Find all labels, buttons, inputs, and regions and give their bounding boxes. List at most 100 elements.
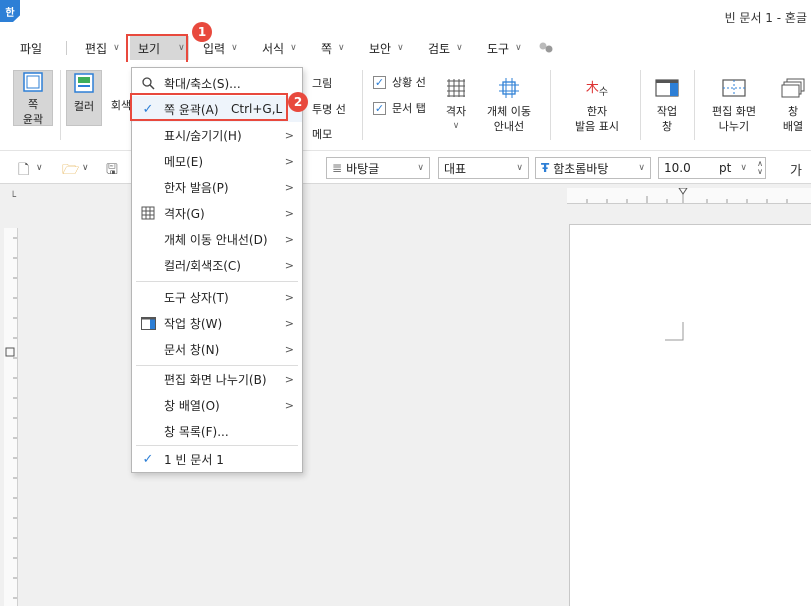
transparent-line-label: 투명 선 [312,103,346,116]
checkmark-icon: ✓ [142,101,154,117]
grid-icon [140,205,156,221]
menu-hanja-label: 한자 발음(P) [164,180,229,195]
window-arrange-button[interactable]: 창 배열 [776,76,810,134]
menu-hanja-pronunciation[interactable]: 한자 발음(P) > [132,174,302,200]
menu-view[interactable]: 보기 ∨ [130,36,189,60]
menu-page-outline[interactable]: ✓ 쪽 윤곽(A) Ctrl+G,L [132,96,302,122]
color-label: 컬러 [73,100,95,113]
doc-tab-checkbox[interactable]: ✓ 문서 탭 [373,100,426,116]
open-folder-icon[interactable]: 🗁 [62,159,79,183]
chevron-down-icon: ∨ [515,43,522,53]
menu-insert-label: 입력 [203,41,226,56]
chevron-down-icon: ∨ [638,163,645,173]
color-button[interactable]: 컬러 [66,70,102,126]
chevron-down-icon: ∨ [290,43,297,53]
status-line-label: 상황 선 [392,76,426,89]
memo-toggle[interactable]: 메모 [312,126,332,142]
menu-grid[interactable]: 격자(G) > [132,200,302,226]
ribbon-divider [640,70,641,140]
chevron-down-icon: ∨ [338,43,345,53]
chevron-down-icon[interactable]: ∨ [82,163,89,173]
menu-color-grayscale[interactable]: 컬러/회색조(C) > [132,252,302,278]
chevron-down-icon: ∨ [231,43,238,53]
menu-file-label: 파일 [20,41,43,56]
menu-file[interactable]: 파일 [20,34,42,62]
window-arrange-icon [780,76,806,100]
chevron-right-icon: > [284,372,294,386]
chevron-right-icon: > [284,316,294,330]
hanja-pronunciation-button[interactable]: 木수 한자 발음 표시 [565,76,629,134]
ribbon-toolbar: 쪽 윤곽 컬러 회색 그림 투명 선 메모 ✓ 상황 선 ✓ 문서 탭 격자 ∨ 개… [0,62,811,150]
menu-page[interactable]: 쪽 ∨ [321,34,345,62]
split-view-icon [721,76,747,100]
grid-icon [443,76,469,100]
menu-object-guide-label: 개체 이동 안내선(D) [164,232,268,247]
split-view-button[interactable]: 편집 화면 나누기 [704,76,764,134]
chevron-down-icon[interactable]: ∨ [36,163,43,173]
menu-document-window[interactable]: 문서 창(N) > [132,336,302,362]
checkmark-icon: ✓ [142,451,154,467]
menu-page-label: 쪽 [321,41,333,56]
menu-window-list[interactable]: 창 목록(F)... [132,418,302,444]
task-pane-button[interactable]: 작업 창 [650,76,684,134]
menu-page-outline-shortcut: Ctrl+G,L [231,102,283,116]
menu-review-label: 검토 [428,41,451,56]
menu-split-view[interactable]: 편집 화면 나누기(B) > [132,366,302,392]
picture-toggle[interactable]: 그림 [312,75,332,91]
menu-memo-label: 메모(E) [164,154,204,169]
bold-button[interactable]: 가 [790,160,802,179]
menu-toolbox-label: 도구 상자(T) [164,290,229,305]
chevron-right-icon: > [284,232,294,246]
menu-split-view-label: 편집 화면 나누기(B) [164,372,267,387]
font-size-unit: pt [719,161,732,175]
menu-separator [136,281,298,282]
chevron-down-icon: ∨ [452,121,460,131]
view-dropdown-menu: 확대/축소(S)... ✓ 쪽 윤곽(A) Ctrl+G,L 표시/숨기기(H)… [131,67,303,473]
font-select[interactable]: Ŧ 함초롬바탕 ∨ [535,157,651,179]
menu-edit[interactable]: 편집 ∨ [85,34,120,62]
menu-toolbox[interactable]: 도구 상자(T) > [132,284,302,310]
style-select[interactable]: ≣ 바탕글 ∨ [326,157,430,179]
menu-format[interactable]: 서식 ∨ [262,34,297,62]
stepper-icon[interactable]: ∧ ∨ [757,160,763,176]
object-guide-button[interactable]: 개체 이동 안내선 [481,76,537,134]
checkbox-checked-icon: ✓ [373,101,386,115]
menu-task-pane-label: 작업 창(W) [164,316,223,331]
menu-review[interactable]: 검토 ∨ [428,34,463,62]
page-outline-label: 쪽 윤곽 [22,98,44,126]
menu-object-guide[interactable]: 개체 이동 안내선(D) > [132,226,302,252]
chevron-down-icon: ∨ [740,163,747,173]
font-size-value: 10.0 [664,161,691,175]
menu-security-label: 보안 [369,41,392,56]
language-select[interactable]: 대표 ∨ [438,157,529,179]
ribbon-divider [550,70,551,140]
menu-memo[interactable]: 메모(E) > [132,148,302,174]
chevron-down-icon: ∨ [113,43,120,53]
chevron-right-icon: > [284,258,294,272]
chevron-down-icon: ∨ [397,43,404,53]
menu-divider [66,41,67,55]
page-outline-button[interactable]: 쪽 윤곽 [13,70,53,126]
font-size-input[interactable]: 10.0 pt ∨ ∧ ∨ [658,157,766,179]
document-page[interactable] [569,224,811,606]
grid-button[interactable]: 격자 ∨ [441,76,471,134]
help-icon[interactable] [538,34,554,62]
transparent-line-toggle[interactable]: 투명 선 [312,101,346,117]
zoom-magnifier-icon [140,75,156,91]
object-guide-label: 개체 이동 안내선 [487,105,531,133]
new-document-icon[interactable]: 🗋 [18,159,29,183]
menu-security[interactable]: 보안 ∨ [369,34,404,62]
save-icon[interactable]: 🖫 [106,159,118,183]
app-logo-icon: 한 [0,0,20,22]
menu-zoom[interactable]: 확대/축소(S)... [132,70,302,96]
menu-window-arrange[interactable]: 창 배열(O) > [132,392,302,418]
menu-open-doc-1[interactable]: ✓ 1 빈 문서 1 [132,446,302,472]
menu-tools[interactable]: 도구 ∨ [487,34,522,62]
vertical-ruler [4,228,18,606]
chevron-down-icon: ∨ [516,163,523,173]
status-line-checkbox[interactable]: ✓ 상황 선 [373,74,426,90]
task-pane-label: 작업 창 [656,105,678,133]
menu-task-pane[interactable]: 작업 창(W) > [132,310,302,336]
menu-grid-label: 격자(G) [164,206,205,221]
menu-show-hide[interactable]: 표시/숨기기(H) > [132,122,302,148]
